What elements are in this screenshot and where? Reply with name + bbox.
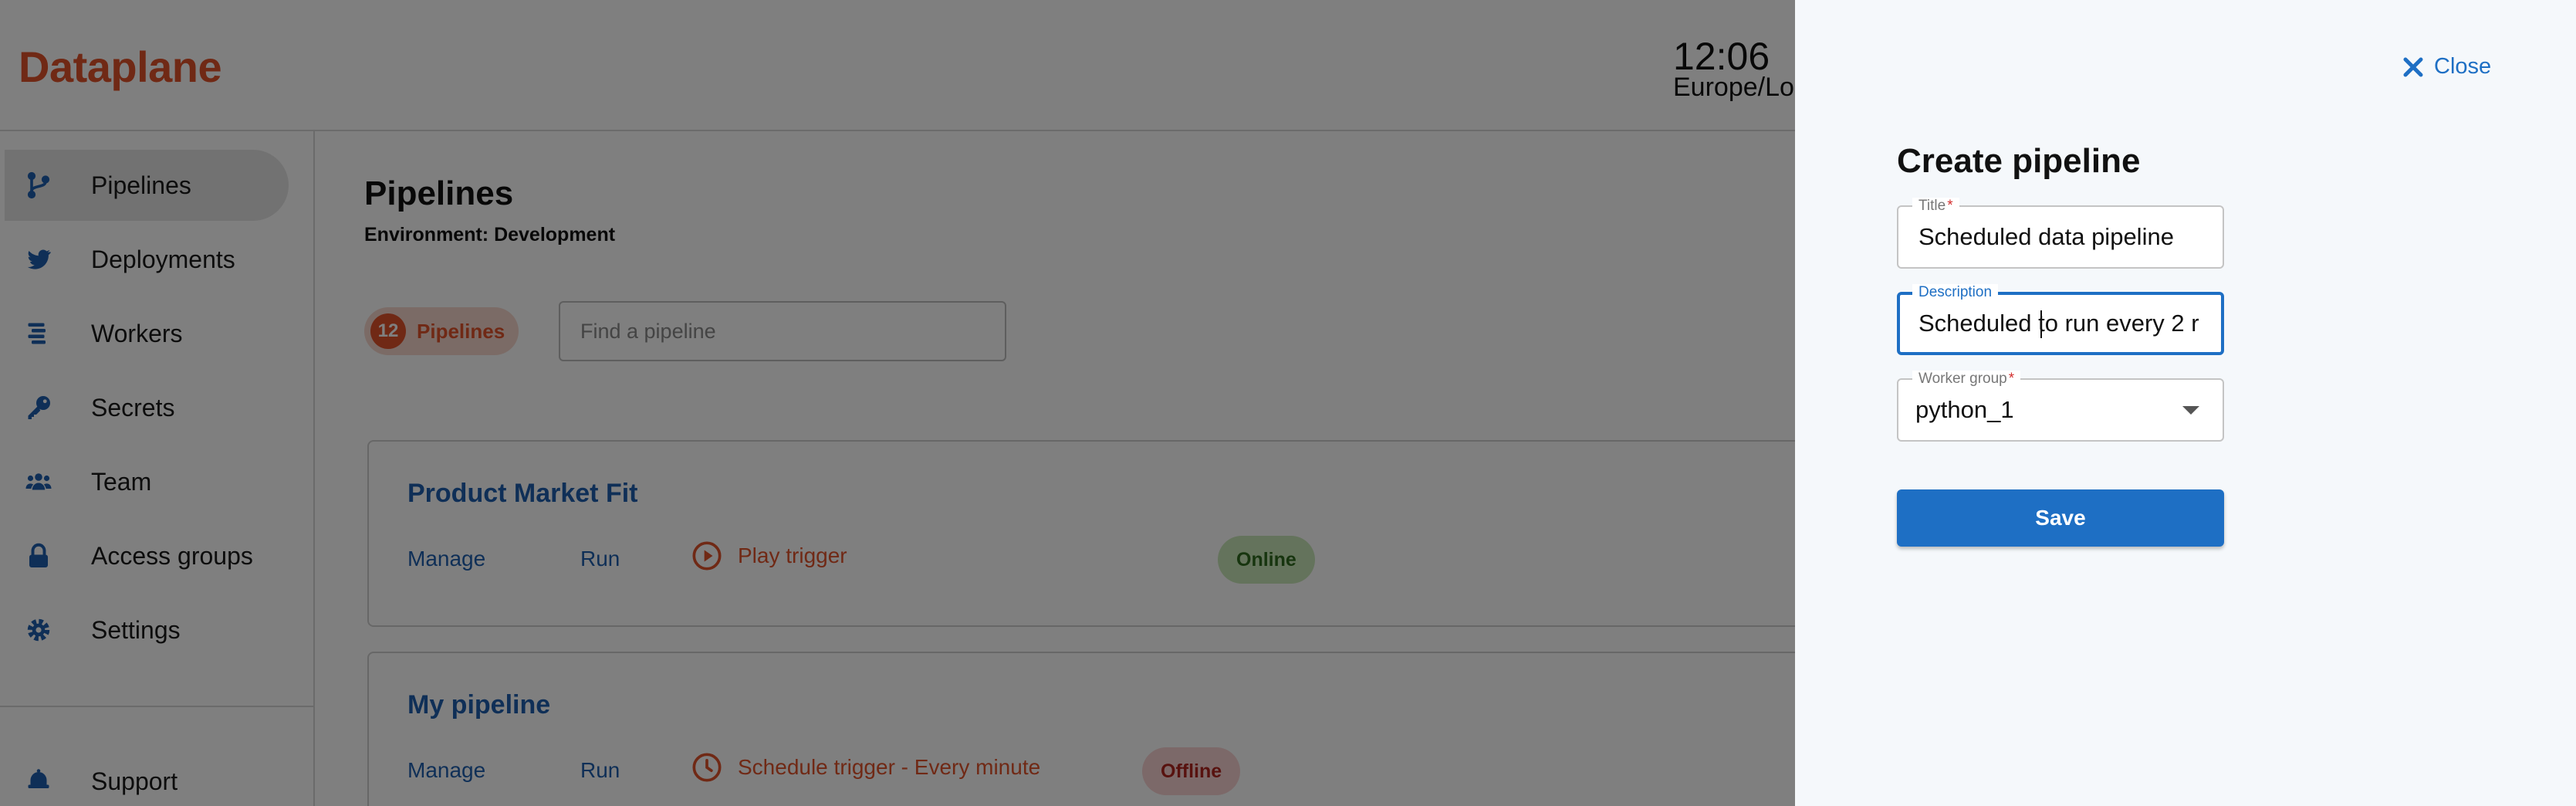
close-icon: [2403, 57, 2423, 76]
save-button[interactable]: Save: [1897, 489, 2224, 547]
title-field[interactable]: Title * Scheduled data pipeline: [1897, 198, 2224, 269]
description-field-value[interactable]: Scheduled to run every 2 r: [1918, 295, 2212, 352]
text-caret: [2040, 310, 2042, 338]
drawer-title: Create pipeline: [1897, 142, 2141, 180]
modal-backdrop[interactable]: [0, 0, 1795, 806]
app-root: Dataplane 12:06 Europe/Lo Pipelines Depl…: [0, 0, 2576, 806]
title-field-value[interactable]: Scheduled data pipeline: [1918, 207, 2212, 267]
create-pipeline-drawer: Close Create pipeline Title * Scheduled d…: [1795, 0, 2576, 806]
chevron-down-icon[interactable]: [2182, 406, 2199, 415]
description-field[interactable]: Description Scheduled to run every 2 r: [1897, 284, 2224, 355]
worker-group-value: python_1: [1915, 396, 2014, 423]
close-button[interactable]: Close: [2402, 54, 2491, 80]
close-label: Close: [2434, 54, 2492, 79]
worker-group-select[interactable]: Worker group * python_1: [1897, 371, 2224, 442]
